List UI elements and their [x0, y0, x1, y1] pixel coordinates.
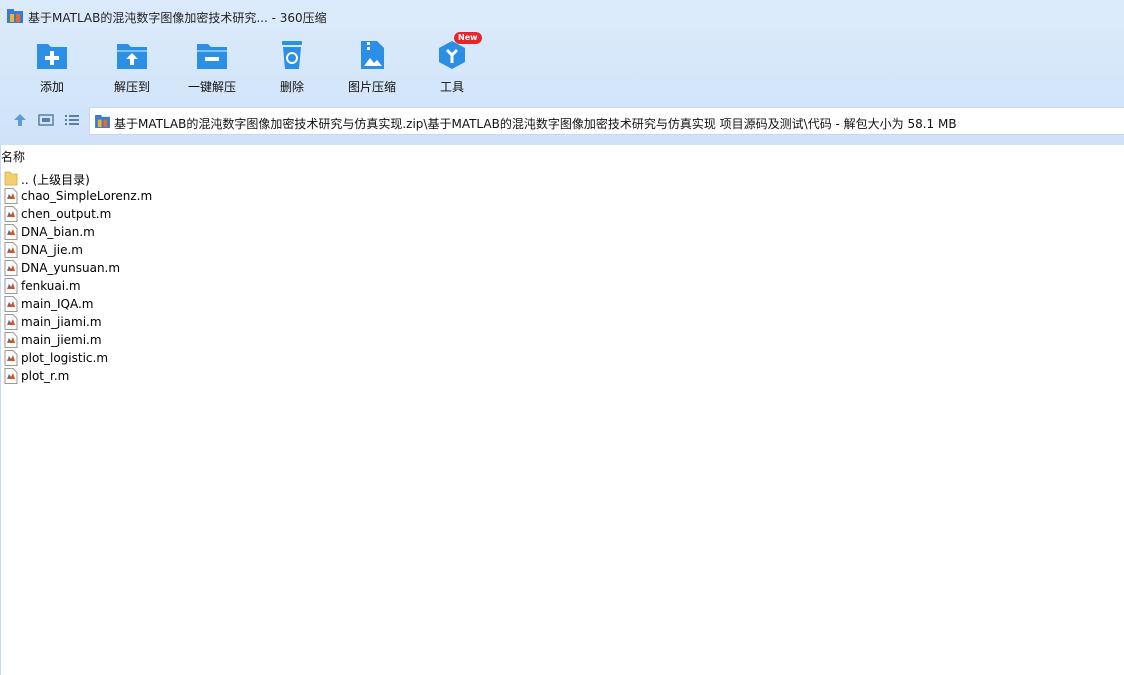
matlab-file-icon	[4, 350, 18, 366]
image-compress-button[interactable]: 图片压缩	[340, 36, 404, 98]
extract-to-icon	[117, 44, 147, 69]
list-view-icon[interactable]	[64, 112, 80, 128]
add-button[interactable]: 添加	[20, 36, 84, 98]
extract-to-label: 解压到	[113, 80, 150, 94]
one-click-extract-icon	[197, 44, 227, 69]
image-compress-label: 图片压缩	[347, 80, 396, 94]
matlab-file-icon	[4, 260, 18, 276]
top-area: 基于MATLAB的混沌数字图像加密技术研究... - 360压缩 添加 解压到	[0, 0, 1124, 145]
left-border	[0, 145, 1, 675]
file-row[interactable]: main_jiami.m	[3, 313, 403, 331]
matlab-file-icon	[4, 224, 18, 240]
matlab-file-icon	[4, 332, 18, 348]
add-label: 添加	[39, 80, 64, 94]
file-row[interactable]: plot_r.m	[3, 367, 403, 385]
matlab-file-icon	[4, 242, 18, 258]
file-name: main_jiami.m	[21, 315, 102, 329]
navigation-row: 基于MATLAB的混沌数字图像加密技术研究与仿真实现.zip\基于MATLAB的…	[0, 106, 1124, 136]
address-path: 基于MATLAB的混沌数字图像加密技术研究与仿真实现.zip\基于MATLAB的…	[114, 117, 957, 131]
file-list: .. (上级目录) chao_SimpleLorenz.m chen_output…	[3, 169, 403, 385]
delete-button[interactable]: 删除	[260, 36, 324, 98]
parent-dir-label: .. (上级目录)	[21, 173, 90, 187]
up-arrow-icon[interactable]	[12, 112, 28, 128]
file-name: DNA_jie.m	[21, 243, 83, 257]
image-compress-icon	[361, 41, 384, 69]
parent-dir-row[interactable]: .. (上级目录)	[3, 169, 403, 187]
file-row[interactable]: DNA_bian.m	[3, 223, 403, 241]
file-row[interactable]: plot_logistic.m	[3, 349, 403, 367]
address-bar[interactable]: 基于MATLAB的混沌数字图像加密技术研究与仿真实现.zip\基于MATLAB的…	[89, 107, 1124, 135]
file-name: plot_logistic.m	[21, 351, 109, 365]
thumbnail-view-icon[interactable]	[38, 112, 54, 128]
window-title: 基于MATLAB的混沌数字图像加密技术研究... - 360压缩	[28, 11, 327, 25]
matlab-file-icon	[4, 278, 18, 294]
column-name-header[interactable]: 名称	[1, 148, 25, 165]
matlab-file-icon	[4, 314, 18, 330]
file-row[interactable]: main_IQA.m	[3, 295, 403, 313]
tools-button[interactable]: New 工具	[420, 32, 484, 98]
file-name: DNA_yunsuan.m	[21, 261, 121, 275]
file-row[interactable]: chen_output.m	[3, 205, 403, 223]
delete-icon	[282, 41, 302, 69]
one-click-extract-label: 一键解压	[187, 80, 236, 94]
file-row[interactable]: main_jiemi.m	[3, 331, 403, 349]
tools-icon	[439, 41, 465, 69]
matlab-file-icon	[4, 206, 18, 222]
file-name: chen_output.m	[21, 207, 112, 221]
file-row[interactable]: DNA_yunsuan.m	[3, 259, 403, 277]
file-name: DNA_bian.m	[21, 225, 95, 239]
matlab-file-icon	[4, 188, 18, 204]
toolbar: 添加 解压到 一键解压 删除 图片压缩 New 工具	[0, 32, 500, 100]
title-bar: 基于MATLAB的混沌数字图像加密技术研究... - 360压缩	[0, 0, 1124, 32]
file-row[interactable]: DNA_jie.m	[3, 241, 403, 259]
app-icon	[7, 9, 23, 23]
file-name: main_jiemi.m	[21, 333, 102, 347]
column-header: 名称	[0, 145, 1124, 165]
folder-icon	[4, 171, 18, 186]
add-icon	[37, 44, 67, 69]
delete-label: 删除	[279, 80, 304, 94]
matlab-file-icon	[4, 296, 18, 312]
new-badge: New	[454, 32, 482, 44]
file-row[interactable]: chao_SimpleLorenz.m	[3, 187, 403, 205]
archive-icon	[95, 115, 110, 128]
file-row[interactable]: fenkuai.m	[3, 277, 403, 295]
file-name: plot_r.m	[21, 369, 70, 383]
matlab-file-icon	[4, 368, 18, 384]
file-name: fenkuai.m	[21, 279, 81, 293]
tools-label: 工具	[439, 80, 464, 94]
extract-to-button[interactable]: 解压到	[100, 36, 164, 98]
file-name: main_IQA.m	[21, 297, 94, 311]
one-click-extract-button[interactable]: 一键解压	[180, 36, 244, 98]
file-name: chao_SimpleLorenz.m	[21, 189, 153, 203]
